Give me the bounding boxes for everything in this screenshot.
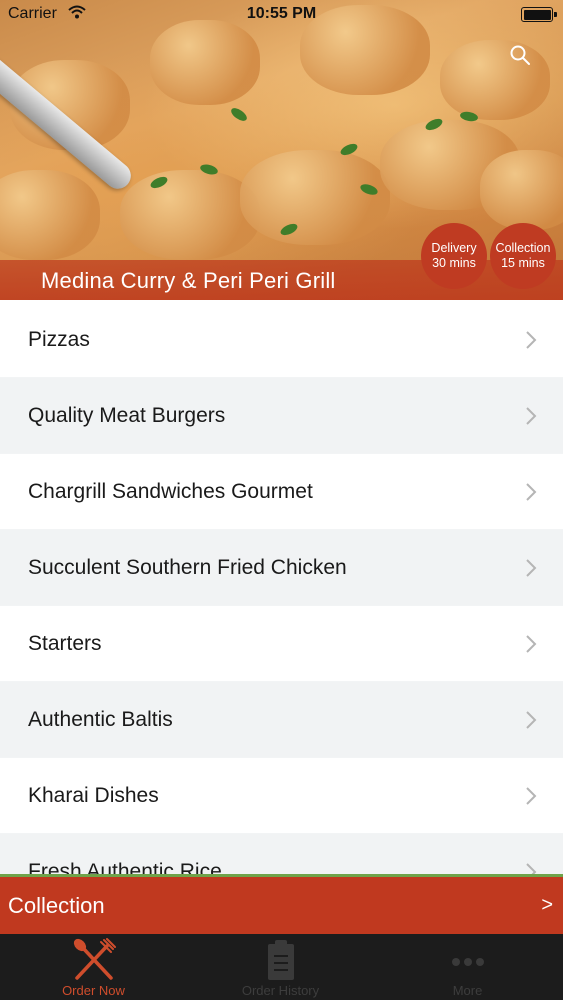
- chevron-right-icon: [526, 635, 537, 653]
- menu-item-label: Kharai Dishes: [28, 784, 159, 807]
- collection-badge[interactable]: Collection 15 mins: [490, 223, 556, 289]
- menu-item-label: Pizzas: [28, 328, 90, 351]
- tab-label: Order History: [241, 983, 320, 998]
- restaurant-name: Medina Curry & Peri Peri Grill: [41, 268, 336, 293]
- chevron-right-icon: [526, 407, 537, 425]
- menu-item-label: Starters: [28, 632, 102, 655]
- menu-item-quality-meat-burgers[interactable]: Quality Meat Burgers: [0, 378, 563, 454]
- collection-label: Collection: [495, 241, 551, 255]
- menu-item-chargrill-sandwiches[interactable]: Chargrill Sandwiches Gourmet: [0, 454, 563, 530]
- chevron-right-icon: [526, 863, 537, 874]
- tab-order-now[interactable]: Order Now: [0, 934, 187, 1000]
- collection-mode-bar[interactable]: Collection >: [0, 874, 563, 934]
- menu-item-label: Succulent Southern Fried Chicken: [28, 556, 347, 579]
- menu-item-kharai-dishes[interactable]: Kharai Dishes: [0, 758, 563, 834]
- menu-item-authentic-baltis[interactable]: Authentic Baltis: [0, 682, 563, 758]
- menu-item-label: Fresh Authentic Rice: [28, 860, 222, 874]
- chevron-right-icon: [526, 483, 537, 501]
- status-time: 10:55 PM: [246, 5, 317, 22]
- chevron-right-icon: [526, 787, 537, 805]
- menu-item-fresh-authentic-rice[interactable]: Fresh Authentic Rice: [0, 834, 563, 874]
- collection-time: 15 mins: [501, 256, 545, 270]
- tab-bar: Order Now Order History More: [0, 934, 563, 1000]
- tab-label: More: [452, 983, 483, 998]
- menu-item-label: Quality Meat Burgers: [28, 404, 226, 427]
- chevron-right-icon: >: [541, 894, 553, 916]
- menu-item-label: Chargrill Sandwiches Gourmet: [28, 480, 313, 503]
- collection-mode-label: Collection: [8, 893, 105, 918]
- tab-more[interactable]: More: [374, 934, 561, 1000]
- battery-icon: [521, 7, 557, 22]
- menu-item-pizzas[interactable]: Pizzas: [0, 302, 563, 378]
- chevron-right-icon: [526, 711, 537, 729]
- delivery-badge[interactable]: Delivery 30 mins: [421, 223, 487, 289]
- delivery-time: 30 mins: [432, 256, 476, 270]
- chevron-right-icon: [526, 331, 537, 349]
- menu-list: Pizzas Quality Meat Burgers Chargrill Sa…: [0, 302, 563, 874]
- search-icon[interactable]: [509, 44, 530, 65]
- delivery-label: Delivery: [431, 241, 477, 255]
- clipboard-icon: [265, 938, 297, 987]
- chevron-right-icon: [526, 559, 537, 577]
- more-dots-icon: [448, 938, 488, 987]
- menu-item-southern-fried-chicken[interactable]: Succulent Southern Fried Chicken: [0, 530, 563, 606]
- tab-label: Order Now: [62, 983, 125, 998]
- status-bar: Carrier 10:55 PM: [0, 0, 563, 30]
- tab-order-history[interactable]: Order History: [187, 934, 374, 1000]
- fork-knife-icon: [71, 938, 117, 987]
- menu-item-label: Authentic Baltis: [28, 708, 173, 731]
- menu-item-starters[interactable]: Starters: [0, 606, 563, 682]
